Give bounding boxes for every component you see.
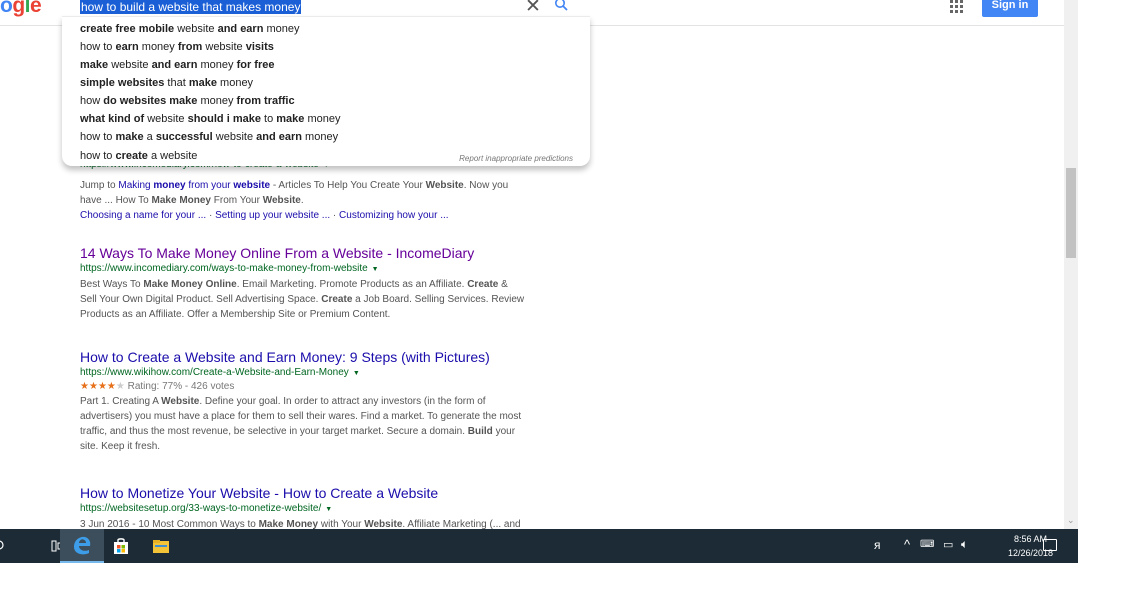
result-snippet: have ... How To Make Money From Your Web… (80, 195, 304, 206)
network-icon[interactable]: ▭ (943, 538, 953, 551)
result-snippet: Best Ways To Make Money Online. Email Ma… (80, 277, 580, 322)
search-result: How to Create a Website and Earn Money: … (80, 348, 580, 454)
search-input[interactable]: how to build a website that makes money (80, 0, 302, 14)
search-result: 14 Ways To Make Money Online From a Webs… (80, 244, 580, 322)
snippet-line: Products as an Affiliate. Offer a Member… (80, 309, 391, 320)
autocomplete-dropdown: create free mobile website and earn mone… (62, 16, 590, 166)
snippet-line: Part 1. Creating A Website. Define your … (80, 396, 486, 407)
sitelink[interactable]: Setting up your website ... (215, 210, 330, 221)
rating: ★★★★★ Rating: 77% - 426 votes (80, 381, 235, 392)
scrollbar-thumb[interactable] (1066, 168, 1076, 258)
result-title-link[interactable]: How to Create a Website and Earn Money: … (80, 348, 580, 366)
suggestion-item[interactable]: what kind of website should i make to ma… (80, 113, 340, 125)
search-result: https://www.incomediary.com/how-to-creat… (80, 158, 580, 223)
suggestion-item[interactable]: how to earn money from website visits (80, 41, 274, 53)
file-explorer-icon[interactable] (150, 529, 172, 563)
keyboard-input-icon[interactable]: ⌨ (920, 539, 934, 550)
suggestion-item[interactable]: make website and earn money for free (80, 59, 274, 71)
snippet-line: advertisers) you must have a place for t… (80, 411, 522, 422)
store-icon[interactable] (108, 529, 134, 563)
action-center-notification-icon[interactable] (1043, 539, 1057, 551)
sign-in-button[interactable]: Sign in (982, 0, 1038, 17)
suggestion-item[interactable]: how to make a successful website and ear… (80, 131, 338, 143)
snippet-line: Best Ways To Make Money Online. Email Ma… (80, 279, 508, 290)
volume-icon[interactable]: 🔈︎ (961, 537, 968, 552)
edge-browser-icon[interactable] (60, 529, 104, 563)
suggestion-item[interactable]: simple websites that make money (80, 77, 253, 89)
search-icon[interactable] (552, 0, 572, 13)
snippet-line: traffic, and thus the most revenue, be s… (80, 426, 516, 437)
cortana-search-icon[interactable] (0, 529, 10, 563)
snippet-line: Sell Your Own Digital Product. Sell Adve… (80, 294, 525, 305)
google-logo[interactable]: ogle (0, 0, 42, 18)
apps-grid-icon[interactable] (950, 0, 964, 13)
sitelink[interactable]: Choosing a name for your ... (80, 210, 206, 221)
result-snippet: Part 1. Creating A Website. Define your … (80, 394, 580, 454)
suggestion-item[interactable]: create free mobile website and earn mone… (80, 23, 300, 35)
result-snippet: Jump to Making money from your website -… (80, 180, 509, 191)
sitelinks: Choosing a name for your ... · Setting u… (80, 210, 449, 221)
scroll-down-arrow-icon[interactable]: ⌄ (1067, 515, 1075, 526)
dropdown-arrow-icon[interactable]: ▼ (353, 370, 360, 377)
result-title-link[interactable]: How to Monetize Your Website - How to Cr… (80, 484, 580, 502)
scrollbar-track[interactable] (1064, 0, 1078, 529)
rating-stars-icon: ★★★★★ (80, 381, 125, 392)
windows-taskbar: ᴙ ^ ⌨ ▭ 🔈︎ 8:56 AM 12/26/2018 (0, 529, 1078, 563)
result-url[interactable]: https://websitesetup.org/33-ways-to-mone… (80, 502, 580, 516)
people-icon[interactable]: ᴙ (874, 538, 881, 552)
result-url[interactable]: https://www.incomediary.com/ways-to-make… (80, 262, 580, 276)
report-predictions-link[interactable]: Report inappropriate predictions (459, 154, 573, 163)
suggestion-item[interactable]: how to create a website (80, 150, 197, 162)
snippet-line: site. Keep it fresh. (80, 441, 161, 452)
search-result: How to Monetize Your Website - How to Cr… (80, 484, 580, 532)
suggestion-item[interactable]: how do websites make money from traffic (80, 95, 295, 107)
search-box[interactable]: how to build a website that makes money … (62, 0, 590, 17)
result-title-link[interactable]: 14 Ways To Make Money Online From a Webs… (80, 244, 580, 262)
result-url[interactable]: https://www.wikihow.com/Create-a-Website… (80, 366, 580, 380)
sitelink[interactable]: Customizing how your ... (339, 210, 449, 221)
dropdown-arrow-icon[interactable]: ▼ (372, 266, 379, 273)
dropdown-arrow-icon[interactable]: ▼ (325, 506, 332, 513)
show-hidden-icons-chevron-icon[interactable]: ^ (904, 537, 910, 552)
